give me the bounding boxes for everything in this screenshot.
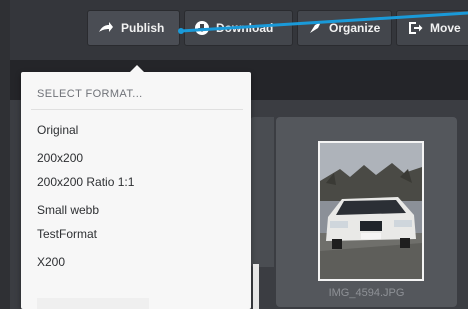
move-icon: [409, 22, 423, 34]
dropdown-footer: [37, 298, 149, 309]
move-button[interactable]: Move: [396, 10, 468, 46]
organize-button[interactable]: Organize: [297, 10, 392, 46]
download-icon: [195, 21, 209, 35]
toolbar: Publish Download Organize Move: [0, 0, 468, 60]
publish-button[interactable]: Publish: [87, 10, 180, 46]
dropdown-divider: [31, 109, 243, 110]
publish-button-label: Publish: [121, 21, 165, 35]
format-dropdown: SELECT FORMAT... Original 200x200 200x20…: [21, 65, 259, 309]
format-option-x200[interactable]: X200: [37, 255, 237, 269]
download-button[interactable]: Download: [184, 10, 293, 46]
asset-card[interactable]: IMG_4594.JPG: [276, 117, 457, 307]
dropdown-scroll-edge: [253, 264, 259, 309]
app-window: Publish Download Organize Move IMG_4594.…: [0, 0, 468, 309]
format-option-200x200[interactable]: 200x200: [37, 151, 237, 165]
car-photo-image: [320, 143, 422, 279]
download-button-label: Download: [216, 21, 274, 35]
asset-filename: IMG_4594.JPG: [328, 287, 405, 299]
asset-card-partial[interactable]: [250, 117, 274, 267]
move-button-label: Move: [430, 21, 461, 35]
asset-thumbnail[interactable]: [318, 141, 424, 281]
organize-button-label: Organize: [329, 21, 381, 35]
arrow-right-icon: [99, 22, 113, 32]
format-option-200x200-ratio[interactable]: 200x200 Ratio 1:1: [37, 175, 237, 189]
format-option-small-webb[interactable]: Small webb: [37, 203, 237, 217]
tag-icon: [310, 23, 320, 33]
format-option-testformat[interactable]: TestFormat: [37, 227, 237, 241]
format-dropdown-header: SELECT FORMAT...: [37, 88, 143, 100]
format-option-original[interactable]: Original: [37, 123, 237, 137]
dropdown-caret: [129, 65, 145, 73]
left-edge: [0, 0, 10, 309]
